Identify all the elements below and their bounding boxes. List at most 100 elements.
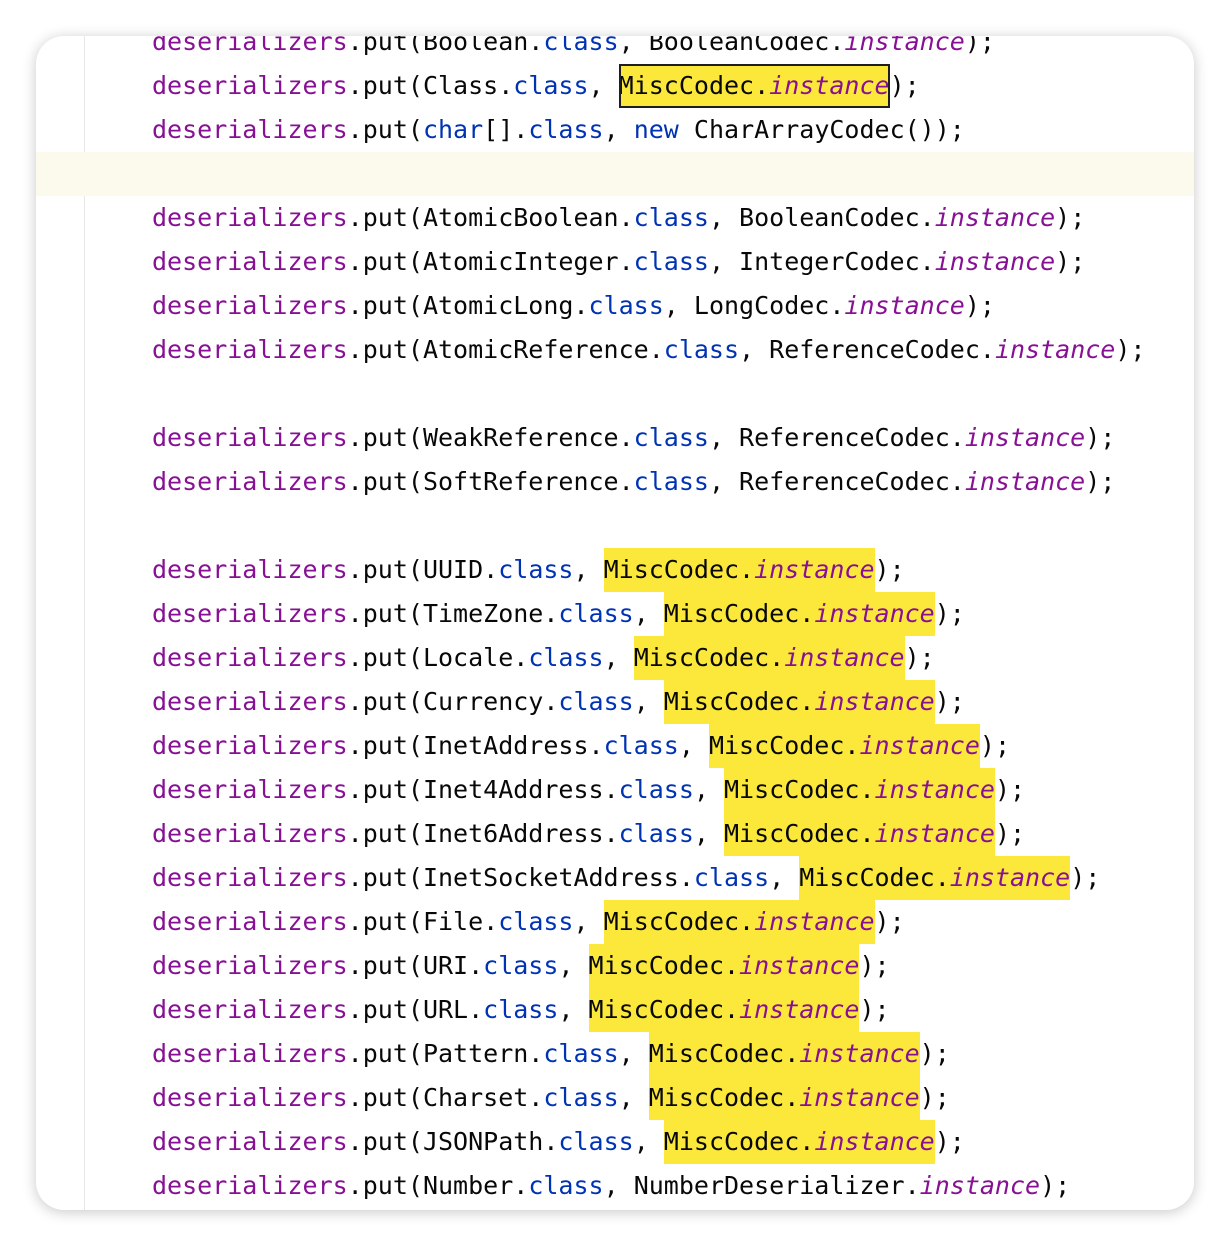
code-line[interactable]: deserializers .put(Locale. class, MiscCode… — [152, 636, 1194, 680]
code-line-blank[interactable] — [152, 504, 1194, 548]
codec-instance: MiscCodec.instance — [648, 1076, 920, 1120]
class-keyword: class — [483, 951, 559, 980]
instance-field: instance — [739, 995, 860, 1024]
line-end: ); — [964, 291, 995, 320]
codec-class: ReferenceCodec. — [739, 423, 965, 452]
code-line[interactable]: deserializers .put(InetAddress. class, Mis… — [152, 724, 1194, 768]
instance-field: instance — [814, 599, 935, 628]
code-line-blank[interactable] — [36, 152, 1194, 196]
code-line[interactable]: deserializers .put(InetSocketAddress. clas… — [152, 856, 1194, 900]
code-line[interactable]: deserializers .put(AtomicReference. class,… — [152, 328, 1194, 372]
identifier-deserializers: deserializers — [152, 335, 348, 364]
separator: , — [633, 1127, 664, 1156]
dot: . — [513, 115, 529, 144]
type-name: Locale — [422, 643, 514, 672]
type-name: Number — [422, 1171, 514, 1200]
identifier-deserializers: deserializers — [152, 423, 348, 452]
dot: . — [618, 247, 634, 276]
code-line[interactable]: deserializers .put(URL. class, MiscCodec.i… — [152, 988, 1194, 1032]
separator: , — [558, 951, 589, 980]
method-call: .put( — [347, 423, 423, 452]
identifier-deserializers: deserializers — [152, 115, 348, 144]
dot: . — [588, 731, 604, 760]
identifier-deserializers: deserializers — [152, 643, 348, 672]
code-line[interactable]: deserializers .put(UUID. class, MiscCodec.… — [152, 548, 1194, 592]
instance-field: instance — [874, 819, 995, 848]
instance-field: instance — [919, 1171, 1041, 1200]
method-call: .put( — [347, 1171, 423, 1200]
separator: , — [633, 687, 664, 716]
dot: . — [603, 819, 619, 848]
type-name: Pattern — [422, 1039, 529, 1068]
instance-field: instance — [844, 291, 965, 320]
code-line[interactable]: deserializers .put(AtomicBoolean. class, B… — [152, 196, 1194, 240]
code-line[interactable]: deserializers .put(SoftReference. class, R… — [152, 460, 1194, 504]
class-keyword: class — [618, 819, 694, 848]
codec-instance: ReferenceCodec.instance — [739, 460, 1085, 504]
code-line[interactable]: deserializers .put(AtomicInteger. class, I… — [152, 240, 1194, 284]
method-call: .put( — [347, 863, 423, 892]
line-end: ); — [919, 1083, 950, 1112]
type-name: Class — [422, 71, 499, 100]
line-end: ); — [919, 1039, 950, 1068]
type-name: Currency — [422, 687, 544, 716]
type-name: Boolean — [422, 36, 529, 56]
code-line[interactable]: deserializers .put(AtomicLong. class, Long… — [152, 284, 1194, 328]
dot: . — [543, 1127, 559, 1156]
code-line[interactable]: deserializers .put(JSONPath. class, MiscCo… — [152, 1120, 1194, 1164]
code-line[interactable]: deserializers .put(Charset. class, MiscCod… — [152, 1076, 1194, 1120]
line-end: ); — [964, 36, 995, 56]
code-line[interactable]: deserializers .put(char[]. class, new Char… — [152, 108, 1194, 152]
class-keyword: class — [633, 423, 709, 452]
line-end: ); — [1055, 203, 1086, 232]
separator: , — [573, 907, 604, 936]
code-line[interactable]: deserializers .put(Inet4Address. class, Mi… — [152, 768, 1194, 812]
code-line-blank[interactable] — [152, 372, 1194, 416]
dot: . — [483, 555, 499, 584]
separator: , — [739, 335, 770, 364]
type-name: URI — [422, 951, 469, 980]
method-call: .put( — [347, 995, 423, 1024]
identifier-deserializers: deserializers — [152, 819, 348, 848]
separator: , — [618, 1083, 649, 1112]
codec-instance: MiscCodec.instance — [648, 1032, 920, 1076]
instance-field: instance — [874, 775, 995, 804]
separator: , — [603, 643, 634, 672]
class-keyword: class — [558, 687, 634, 716]
class-keyword: class — [558, 599, 634, 628]
dot: . — [468, 951, 484, 980]
dot: . — [543, 599, 559, 628]
code-line[interactable]: deserializers .put(Pattern. class, MiscCod… — [152, 1032, 1194, 1076]
line-end: ); — [1070, 863, 1101, 892]
code-line[interactable]: deserializers .put(Number. class, NumberDe… — [152, 1164, 1194, 1208]
code-editor[interactable]: deserializers .put(Boolean. class, Boolean… — [36, 36, 1194, 1210]
instance-field: instance — [934, 247, 1056, 276]
type-name: InetSocketAddress — [422, 863, 679, 892]
code-area[interactable]: deserializers .put(Boolean. class, Boolean… — [36, 36, 1194, 1208]
code-line[interactable]: deserializers .put(WeakReference. class, R… — [152, 416, 1194, 460]
codec-instance: MiscCodec.instance — [724, 768, 995, 812]
class-keyword: class — [633, 203, 709, 232]
class-keyword: class — [528, 1171, 604, 1200]
codec-instance: MiscCodec.instance — [633, 636, 905, 680]
code-line[interactable]: deserializers .put(TimeZone. class, MiscCo… — [152, 592, 1194, 636]
codec-class: MiscCodec. — [648, 1039, 800, 1068]
line-end: ); — [934, 687, 965, 716]
identifier-deserializers: deserializers — [152, 203, 348, 232]
type-name: AtomicInteger — [422, 247, 619, 276]
code-line[interactable]: deserializers .put(Class. class, MiscCodec… — [152, 64, 1194, 108]
type-keyword: char — [422, 115, 484, 144]
code-line[interactable]: deserializers .put(Boolean. class, Boolean… — [152, 36, 1194, 64]
dot: . — [528, 36, 544, 56]
code-line[interactable]: deserializers .put(Currency. class, MiscCo… — [152, 680, 1194, 724]
code-line[interactable]: deserializers .put(File. class, MiscCodec.… — [152, 900, 1194, 944]
code-line[interactable]: deserializers .put(Inet6Address. class, Mi… — [152, 812, 1194, 856]
code-line[interactable]: deserializers .put(URI. class, MiscCodec.i… — [152, 944, 1194, 988]
codec-instance: MiscCodec.instance — [708, 724, 980, 768]
codec-class: LongCodec. — [693, 291, 845, 320]
codec-instance: MiscCodec.instance — [724, 812, 995, 856]
method-call: .put( — [347, 687, 423, 716]
instance-field: instance — [769, 71, 890, 100]
type-name: Charset — [422, 1083, 529, 1112]
class-keyword: class — [528, 643, 604, 672]
